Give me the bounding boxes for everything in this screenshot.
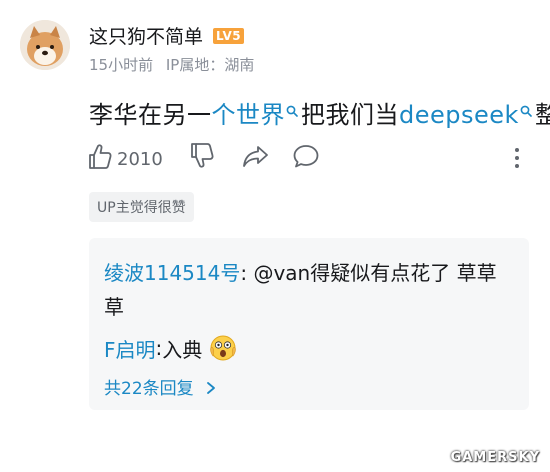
comment-text-part: 把我们当 [301,101,399,129]
thumbs-down-icon [191,143,214,168]
comment-meta: 15小时前 IP属地：湖南 [89,54,262,75]
reply-item: F启明: 入典 [104,333,238,363]
like-count: 2010 [117,149,163,170]
reply-separator: : [155,336,163,360]
more-replies-label: 共22条回复 [104,379,194,399]
dislike-button[interactable] [189,142,215,174]
keyword-link[interactable]: 个世界 [212,101,286,129]
level-badge: LV5 [213,27,245,44]
comment-text: 李华在另一个世界 把我们当deepseek 整 [89,95,550,130]
view-more-replies-link[interactable]: 共22条回复 [104,374,217,399]
more-vertical-icon [515,148,519,168]
reply-item: 绫波114514号: @van得疑似有点花了 草草草 [104,256,499,324]
thumbs-up-icon [89,144,112,169]
chevron-right-icon [207,382,215,394]
replies-container: 绫波114514号: @van得疑似有点花了 草草草 F启明: 入典 共22条回… [89,238,529,410]
comment-button[interactable] [292,142,320,174]
shiba-avatar-image [20,20,70,70]
share-button[interactable] [241,142,269,174]
watermark: GAMERSKY [450,450,540,465]
share-icon [243,146,268,167]
comment-action-bar: 2010 [87,142,527,176]
comment-text-part: 整 [534,101,550,129]
search-icon[interactable] [286,95,298,123]
more-options-button[interactable] [512,146,522,176]
reply-username[interactable]: 绫波114514号 [104,261,240,285]
up-liked-badge: UP主觉得很赞 [89,192,194,222]
like-button[interactable] [87,142,113,174]
ip-location: IP属地：湖南 [165,56,255,74]
reply-separator: : [240,261,254,285]
comment-time: 15小时前 [89,56,154,74]
reply-username[interactable]: F启明 [104,334,156,363]
comment-text-part: 李华在另一 [89,101,212,129]
comment-icon [293,145,319,168]
avatar[interactable] [20,20,70,70]
shocked-face-emoji-icon [208,333,238,363]
username-text[interactable]: 这只狗不简单 [89,22,203,49]
comment-author: 这只狗不简单 LV5 [89,22,245,49]
keyword-link[interactable]: deepseek [399,101,519,129]
search-icon[interactable] [520,95,532,123]
reply-text: 入典 [162,337,203,362]
